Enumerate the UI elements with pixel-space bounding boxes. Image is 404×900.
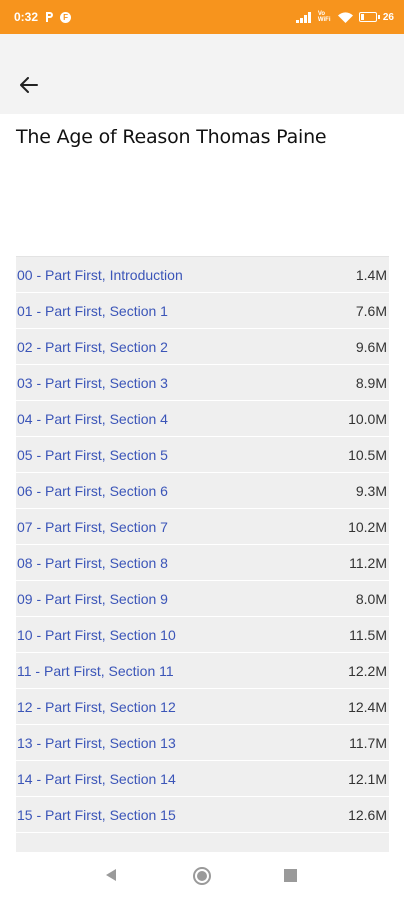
status-time: 0:32 [14,10,39,24]
file-row[interactable]: 15 - Part First, Section 15 12.6M [16,797,389,833]
nav-recents-button[interactable] [284,869,297,882]
file-size: 9.3M [355,482,387,499]
file-name-link[interactable]: 02 - Part First, Section 2 [16,339,168,355]
battery-icon [358,12,380,22]
file-row[interactable]: 06 - Part First, Section 6 9.3M [16,473,389,509]
file-size: 10.0M [348,410,387,427]
file-name-link[interactable]: 04 - Part First, Section 4 [16,411,168,427]
file-name-link[interactable]: 05 - Part First, Section 5 [16,447,168,463]
signal-icon [295,11,312,23]
file-row[interactable]: 11 - Part First, Section 11 12.2M [16,653,389,689]
file-size: 1.4M [355,266,387,283]
file-size: 8.9M [355,374,387,391]
page-title: The Age of Reason Thomas Paine [16,126,327,148]
file-name-link[interactable]: 06 - Part First, Section 6 [16,483,168,499]
wifi-icon [337,11,353,23]
file-row[interactable]: 13 - Part First, Section 13 11.7M [16,725,389,761]
file-size: 10.2M [348,518,387,535]
nav-home-button[interactable] [192,866,212,886]
file-row[interactable]: 08 - Part First, Section 8 11.2M [16,545,389,581]
triangle-back-icon [104,868,118,882]
file-name-link[interactable]: 11 - Part First, Section 11 [16,663,174,679]
file-size: 8.0M [355,590,387,607]
file-name-link[interactable]: 14 - Part First, Section 14 [16,771,176,787]
file-row[interactable]: 14 - Part First, Section 14 12.1M [16,761,389,797]
file-size: 10.5M [348,446,387,463]
file-row[interactable]: 12 - Part First, Section 12 12.4M [16,689,389,725]
file-row[interactable]: 00 - Part First, Introduction 1.4M [16,257,389,293]
file-size: 12.1M [348,770,387,787]
app-notification-icon: F [60,11,72,23]
file-size: 9.6M [355,338,387,355]
file-size: 7.6M [355,302,387,319]
file-row[interactable]: 02 - Part First, Section 2 9.6M [16,329,389,365]
battery-level [360,14,364,20]
file-name-link[interactable]: 12 - Part First, Section 12 [16,699,176,715]
file-size: 12.2M [348,662,387,679]
file-name-link[interactable]: 09 - Part First, Section 9 [16,591,168,607]
file-name-link[interactable]: 03 - Part First, Section 3 [16,375,168,391]
file-name-link[interactable]: 00 - Part First, Introduction [16,267,183,283]
file-row[interactable]: 04 - Part First, Section 4 10.0M [16,401,389,437]
circle-home-icon [192,866,212,886]
file-name-link[interactable]: 08 - Part First, Section 8 [16,555,168,571]
file-name-link[interactable]: 01 - Part First, Section 1 [16,303,168,319]
square-recents-icon [284,869,297,882]
status-bar: 0:32 F Vo WiFi 26 [0,0,404,34]
navigation-bar [0,852,404,900]
file-row[interactable]: 05 - Part First, Section 5 10.5M [16,437,389,473]
file-size: 11.2M [349,554,387,571]
file-name-link[interactable]: 07 - Part First, Section 7 [16,519,168,535]
file-row[interactable]: 09 - Part First, Section 9 8.0M [16,581,389,617]
file-row[interactable]: 01 - Part First, Section 1 7.6M [16,293,389,329]
network-label: Vo WiFi [317,11,331,23]
arrow-left-icon [20,77,38,93]
file-size: 11.5M [349,626,387,643]
file-list: 00 - Part First, Introduction 1.4M 01 - Pa… [16,256,389,853]
file-row[interactable]: 03 - Part First, Section 3 8.9M [16,365,389,401]
file-size: 12.4M [348,698,387,715]
back-button[interactable] [14,70,44,100]
file-name-link[interactable]: 10 - Part First, Section 10 [16,627,176,643]
app-bar [0,34,404,114]
file-size: 12.6M [348,806,387,823]
battery-percent: 26 [382,11,394,23]
file-size: 11.7M [349,734,387,751]
nav-back-button[interactable] [104,868,118,882]
file-row[interactable]: 10 - Part First, Section 10 11.5M [16,617,389,653]
file-name-link[interactable]: 13 - Part First, Section 13 [16,735,176,751]
p-icon [44,11,54,23]
file-name-link[interactable]: 15 - Part First, Section 15 [16,807,176,823]
file-row[interactable]: 07 - Part First, Section 7 10.2M [16,509,389,545]
